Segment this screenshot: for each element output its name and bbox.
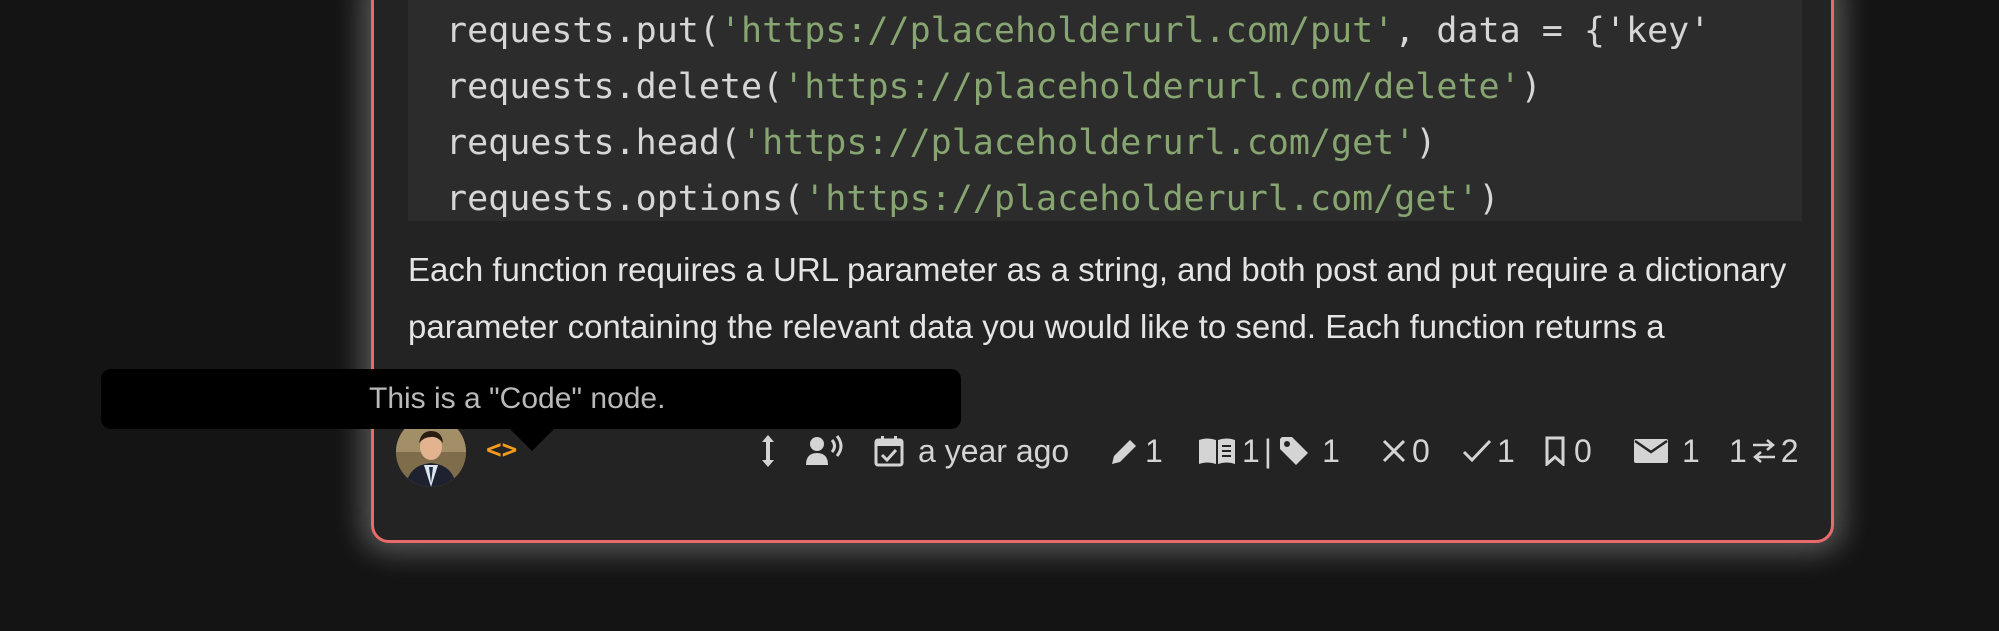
edits-count-label: 1 [1145,432,1163,469]
timestamp-label: a year ago [918,432,1070,469]
messages-count[interactable]: 1 [1634,421,1700,481]
bookmarks-count-label: 0 [1574,432,1592,469]
links-out-count-label: 2 [1780,432,1799,469]
tooltip: This is a "Code" node. [101,369,961,429]
rejected-count-label: 0 [1412,432,1430,469]
code-line: requests.head('https://placeholderurl.co… [446,123,1437,163]
expand-icon[interactable] [759,421,777,481]
sources-tags[interactable]: 1 | 1 [1197,421,1340,481]
messages-count-label: 1 [1682,432,1700,469]
sources-count-label: 1 [1242,432,1260,469]
links-count[interactable]: 1 2 [1729,421,1799,481]
accepted-count[interactable]: 1 [1462,421,1515,481]
separator: | [1263,432,1273,469]
tag-icon [1278,435,1310,467]
timestamp: a year ago [874,421,1069,481]
code-line: requests.delete('https://placeholderurl.… [446,67,1542,107]
node-card[interactable]: requests.put('https://placeholderurl.com… [371,0,1834,543]
rejected-count[interactable]: 0 [1381,421,1430,481]
bookmarks-count[interactable]: 0 [1544,421,1592,481]
x-icon [1381,438,1407,464]
check-icon [1462,438,1492,464]
code-line: requests.options('https://placeholderurl… [446,179,1500,219]
tooltip-arrow [510,429,554,451]
code-line: requests.put('https://placeholderurl.com… [446,11,1711,51]
book-icon [1197,436,1237,466]
speak-icon[interactable] [806,421,844,481]
accepted-count-label: 1 [1497,432,1515,469]
pencil-icon [1110,436,1140,466]
mail-icon [1634,438,1668,464]
code-block: requests.put('https://placeholderurl.com… [408,0,1802,221]
edits-count[interactable]: 1 [1110,421,1163,481]
links-in-count-label: 1 [1729,432,1747,469]
swap-arrows-icon [1749,437,1779,465]
calendar-check-icon [874,435,904,467]
tags-count-label: 1 [1322,432,1340,469]
bookmark-icon [1544,436,1566,466]
